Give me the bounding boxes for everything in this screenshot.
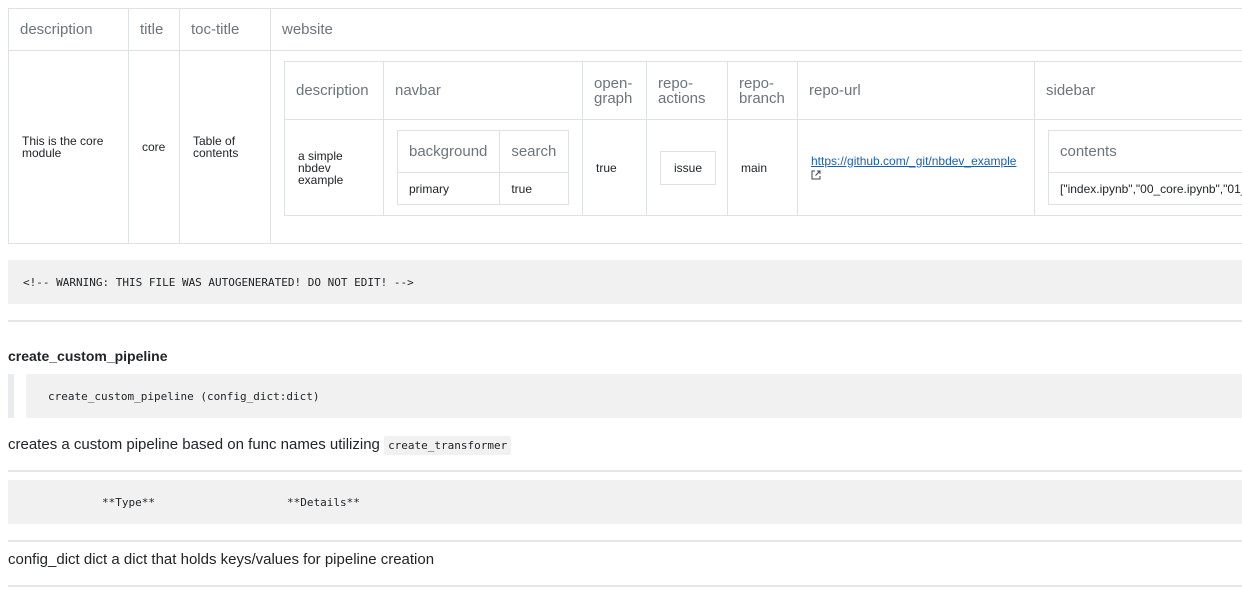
website-cell-description: a simple nbdev example	[284, 119, 384, 216]
warning-comment-text: <!-- WARNING: THIS FILE WAS AUTOGENERATE…	[23, 275, 414, 289]
cell-description: This is the core module	[8, 50, 129, 244]
website-cell-repo-actions: issue	[646, 119, 728, 216]
config-table-row: This is the core module core Table of co…	[8, 50, 1242, 244]
external-link-icon[interactable]	[811, 170, 821, 180]
repo-url-link[interactable]: https://github.com/_git/nbdev_example	[811, 154, 1016, 168]
website-header-navbar: navbar	[383, 61, 583, 120]
navbar-header-background: background	[396, 130, 501, 173]
function-description: creates a custom pipeline based on func …	[8, 436, 512, 455]
function-signature: create_custom_pipeline (config_dict:dict…	[48, 389, 320, 403]
website-header-repo-url: repo-url	[797, 61, 1035, 120]
website-header-sidebar: sidebar	[1034, 61, 1242, 120]
website-header-description: description	[284, 61, 384, 120]
website-table: description navbar open-graph repo-actio…	[284, 61, 1242, 216]
cell-website: description navbar open-graph repo-actio…	[270, 50, 1242, 244]
website-header-repo-branch: repo-branch	[727, 61, 798, 120]
sidebar-cell-contents: ["index.ipynb","00_core.ipynb","01_	[1048, 172, 1242, 205]
header-title: title	[128, 8, 180, 51]
config-table: description title toc-title website This…	[8, 8, 1242, 244]
params-header-details: **Details**	[287, 495, 360, 509]
divider	[8, 320, 1242, 322]
description-inline-code: create_transformer	[384, 436, 512, 455]
divider	[8, 585, 1242, 587]
signature-code-block: create_custom_pipeline (config_dict:dict…	[26, 374, 1242, 418]
description-text: creates a custom pipeline based on func …	[8, 436, 380, 453]
website-cell-repo-branch: main	[727, 119, 798, 216]
sidebar-header-contents: contents	[1048, 130, 1242, 173]
signature-accent-bar	[8, 374, 14, 418]
params-header-code-block: **Type** **Details**	[8, 480, 1242, 524]
cell-toc-title: Table of contents	[179, 50, 271, 244]
header-description: description	[8, 8, 129, 51]
warning-code-block: <!-- WARNING: THIS FILE WAS AUTOGENERATE…	[8, 260, 1242, 304]
cell-title: core	[128, 50, 180, 244]
website-cell-navbar: background search primary true	[383, 119, 583, 216]
header-toc-title: toc-title	[179, 8, 271, 51]
config-table-header-row: description title toc-title website	[8, 8, 1242, 51]
divider	[8, 540, 1242, 542]
website-header-repo-actions: repo-actions	[646, 61, 728, 120]
website-cell-open-graph: true	[582, 119, 647, 216]
website-row: a simple nbdev example background search	[284, 119, 1242, 216]
sidebar-table: contents ["index.ipynb","00_core.ipynb",…	[1048, 130, 1242, 205]
function-heading: create_custom_pipeline	[8, 348, 168, 364]
divider	[8, 470, 1242, 472]
website-cell-sidebar: contents ["index.ipynb","00_core.ipynb",…	[1034, 119, 1242, 216]
website-scroll-region[interactable]: description navbar open-graph repo-actio…	[284, 61, 1242, 233]
repo-actions-issue: issue	[660, 150, 717, 185]
navbar-cell-background: primary	[396, 172, 501, 205]
params-header-type: **Type**	[102, 495, 155, 509]
header-website: website	[270, 8, 1242, 51]
website-cell-repo-url: https://github.com/_git/nbdev_example	[797, 119, 1035, 216]
navbar-header-search: search	[499, 130, 569, 173]
navbar-cell-search: true	[499, 172, 569, 205]
params-row: config_dict dict a dict that holds keys/…	[8, 551, 435, 568]
website-header-open-graph: open-graph	[582, 61, 647, 120]
navbar-table: background search primary true	[396, 130, 569, 205]
website-header-row: description navbar open-graph repo-actio…	[284, 61, 1242, 120]
